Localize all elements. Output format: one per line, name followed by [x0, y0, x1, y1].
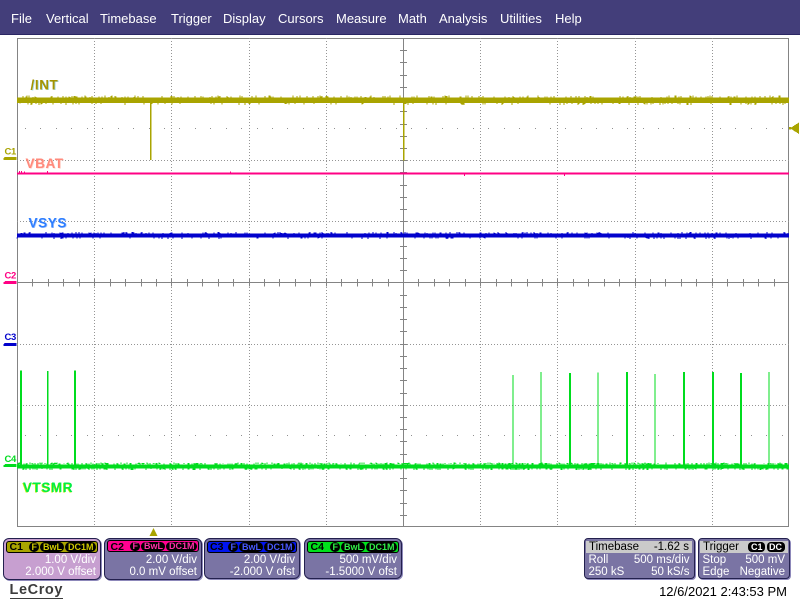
svg-text:/INT: /INT: [31, 78, 59, 93]
svg-text:VTSMR: VTSMR: [23, 480, 73, 495]
svg-text:C2: C2: [5, 271, 17, 282]
svg-text:C4: C4: [5, 454, 18, 465]
svg-text:C1: C1: [5, 146, 18, 157]
svg-text:VBAT: VBAT: [26, 156, 64, 171]
svg-text:C3: C3: [5, 332, 17, 343]
svg-text:VSYS: VSYS: [29, 216, 67, 231]
